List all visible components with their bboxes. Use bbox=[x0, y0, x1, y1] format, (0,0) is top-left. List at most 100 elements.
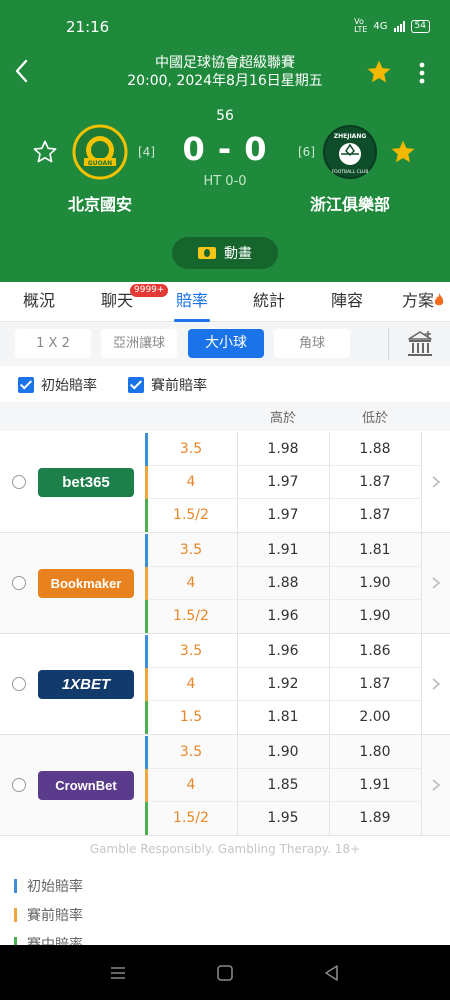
svg-text:FOOTBALL CLUB: FOOTBALL CLUB bbox=[332, 169, 369, 175]
signal-icon bbox=[393, 20, 405, 32]
odds-row[interactable]: 1.5/2 1.95 1.89 bbox=[145, 802, 422, 835]
over-odds: 1.92 bbox=[267, 676, 299, 692]
home-team-crest[interactable]: GUOAN bbox=[72, 124, 128, 180]
status-icons: Vo LTE 4G 54 bbox=[354, 18, 430, 34]
bookmaker-radio[interactable] bbox=[12, 475, 26, 489]
odds-row[interactable]: 3.5 1.90 1.80 bbox=[145, 736, 422, 769]
follow-home-star-icon[interactable] bbox=[32, 139, 58, 165]
line-value: 1.5/2 bbox=[173, 810, 209, 826]
over-odds: 1.95 bbox=[267, 810, 299, 826]
away-team-crest[interactable]: ZHEJIANG FOOTBALL CLUB bbox=[322, 124, 378, 180]
odds-table-header: 高於 低於 bbox=[0, 402, 450, 431]
more-menu-icon[interactable] bbox=[415, 60, 429, 86]
over-odds: 1.97 bbox=[267, 474, 299, 490]
chat-count-badge: 9999+ bbox=[130, 284, 169, 297]
fire-icon bbox=[434, 293, 444, 306]
over-odds: 1.88 bbox=[267, 575, 299, 591]
checkbox-icon[interactable] bbox=[128, 377, 144, 393]
away-team-name[interactable]: 浙江俱樂部 bbox=[290, 191, 410, 215]
favorite-star-icon[interactable] bbox=[366, 59, 392, 85]
divider bbox=[388, 328, 389, 360]
bookmaker-block[interactable]: bet365 3.5 1.98 1.88 4 1.97 1.87 1.5/2 1.97 1.87 bbox=[0, 432, 450, 533]
odds-row[interactable]: 4 1.85 1.91 bbox=[145, 769, 422, 802]
main-tabs: 概況 聊天 賠率 統計 陣容 方案 bbox=[0, 282, 450, 322]
pitch-icon bbox=[198, 247, 216, 259]
legend-label: 初始賠率 bbox=[27, 879, 83, 895]
under-odds: 1.87 bbox=[359, 507, 391, 523]
bookmaker-radio[interactable] bbox=[12, 576, 26, 590]
odds-row[interactable]: 1.5/2 1.96 1.90 bbox=[145, 600, 422, 633]
home-team-name[interactable]: 北京國安 bbox=[40, 191, 160, 215]
follow-away-star-icon[interactable] bbox=[390, 139, 416, 165]
subtab-asian-handicap[interactable]: 亞洲讓球 bbox=[101, 329, 177, 358]
under-odds: 1.87 bbox=[359, 676, 391, 692]
line-value: 3.5 bbox=[179, 643, 203, 659]
animation-button[interactable]: 動畫 bbox=[172, 237, 278, 269]
chevron-right-icon[interactable] bbox=[431, 576, 441, 590]
battery-icon: 54 bbox=[410, 19, 430, 33]
line-value: 3.5 bbox=[179, 744, 203, 760]
line-value: 1.5/2 bbox=[173, 507, 209, 523]
bookmaker-settings-icon[interactable] bbox=[406, 329, 434, 359]
under-odds: 1.90 bbox=[359, 575, 391, 591]
halftime-score: HT 0-0 bbox=[203, 174, 247, 189]
bookmaker-block[interactable]: CrownBet 3.5 1.90 1.80 4 1.85 1.91 1.5/2 1.95 1.8… bbox=[0, 735, 450, 836]
odds-row[interactable]: 1.5/2 1.97 1.87 bbox=[145, 499, 422, 532]
odds-row[interactable]: 3.5 1.98 1.88 bbox=[145, 433, 422, 466]
legend-color-bar bbox=[14, 908, 17, 922]
over-odds: 1.96 bbox=[267, 643, 299, 659]
tab-stats[interactable]: 統計 bbox=[248, 282, 290, 322]
check-opening-odds[interactable]: 初始賠率 bbox=[18, 375, 97, 395]
match-header: 21:16 Vo LTE 4G 54 中國足球協會超級聯賽 20:00, 2024… bbox=[0, 0, 450, 282]
bookmaker-block[interactable]: Bookmaker 3.5 1.91 1.81 4 1.88 1.90 1.5/2 1.96 1.… bbox=[0, 533, 450, 634]
odds-row[interactable]: 3.5 1.91 1.81 bbox=[145, 534, 422, 567]
over-odds: 1.81 bbox=[267, 709, 299, 725]
odds-row[interactable]: 4 1.97 1.87 bbox=[145, 466, 422, 499]
chevron-right-icon[interactable] bbox=[431, 475, 441, 489]
under-odds: 2.00 bbox=[359, 709, 391, 725]
check-opening-label: 初始賠率 bbox=[41, 378, 97, 394]
tab-plans[interactable]: 方案 bbox=[402, 282, 450, 322]
network-label: 4G bbox=[373, 20, 388, 32]
odds-row[interactable]: 3.5 1.96 1.86 bbox=[145, 635, 422, 668]
under-odds: 1.81 bbox=[359, 542, 391, 558]
checkbox-icon[interactable] bbox=[18, 377, 34, 393]
animation-label: 動畫 bbox=[224, 246, 252, 262]
tab-lineup[interactable]: 陣容 bbox=[326, 282, 368, 322]
back-icon[interactable] bbox=[322, 963, 342, 983]
odds-row[interactable]: 1.5 1.81 2.00 bbox=[145, 701, 422, 734]
status-time: 21:16 bbox=[66, 18, 110, 36]
chevron-right-icon[interactable] bbox=[431, 778, 441, 792]
bookmaker-logo: 1XBET bbox=[38, 670, 134, 699]
line-value: 1.5/2 bbox=[173, 608, 209, 624]
status-bar: 21:16 Vo LTE 4G 54 bbox=[0, 0, 450, 40]
subtab-corners[interactable]: 角球 bbox=[274, 329, 350, 358]
home-team-rank: [4] bbox=[138, 145, 155, 159]
bookmaker-block[interactable]: 1XBET 3.5 1.96 1.86 4 1.92 1.87 1.5 1.81 2.00 bbox=[0, 634, 450, 735]
bookmaker-logo: bet365 bbox=[38, 468, 134, 497]
bookmaker-logo: CrownBet bbox=[38, 771, 134, 800]
tab-plans-label: 方案 bbox=[402, 291, 435, 310]
odds-row[interactable]: 4 1.88 1.90 bbox=[145, 567, 422, 600]
line-value: 4 bbox=[186, 676, 196, 692]
tab-overview[interactable]: 概況 bbox=[18, 282, 60, 322]
over-odds: 1.85 bbox=[267, 777, 299, 793]
system-nav-bar bbox=[0, 945, 450, 1000]
bookmaker-radio[interactable] bbox=[12, 778, 26, 792]
subtab-over-under[interactable]: 大小球 bbox=[188, 329, 264, 358]
bookmaker-logo: Bookmaker bbox=[38, 569, 134, 598]
under-odds: 1.90 bbox=[359, 608, 391, 624]
tab-odds[interactable]: 賠率 bbox=[171, 282, 213, 322]
chevron-right-icon[interactable] bbox=[431, 677, 441, 691]
menu-icon[interactable] bbox=[108, 963, 128, 983]
bookmaker-radio[interactable] bbox=[12, 677, 26, 691]
check-pre-match-odds[interactable]: 賽前賠率 bbox=[128, 375, 207, 395]
home-icon[interactable] bbox=[215, 963, 235, 983]
subtab-1x2[interactable]: 1 X 2 bbox=[15, 329, 91, 358]
over-odds: 1.90 bbox=[267, 744, 299, 760]
line-value: 4 bbox=[186, 575, 196, 591]
check-pre-match-label: 賽前賠率 bbox=[151, 378, 207, 394]
header-over: 高於 bbox=[269, 411, 296, 426]
over-odds: 1.98 bbox=[267, 441, 299, 457]
odds-row[interactable]: 4 1.92 1.87 bbox=[145, 668, 422, 701]
